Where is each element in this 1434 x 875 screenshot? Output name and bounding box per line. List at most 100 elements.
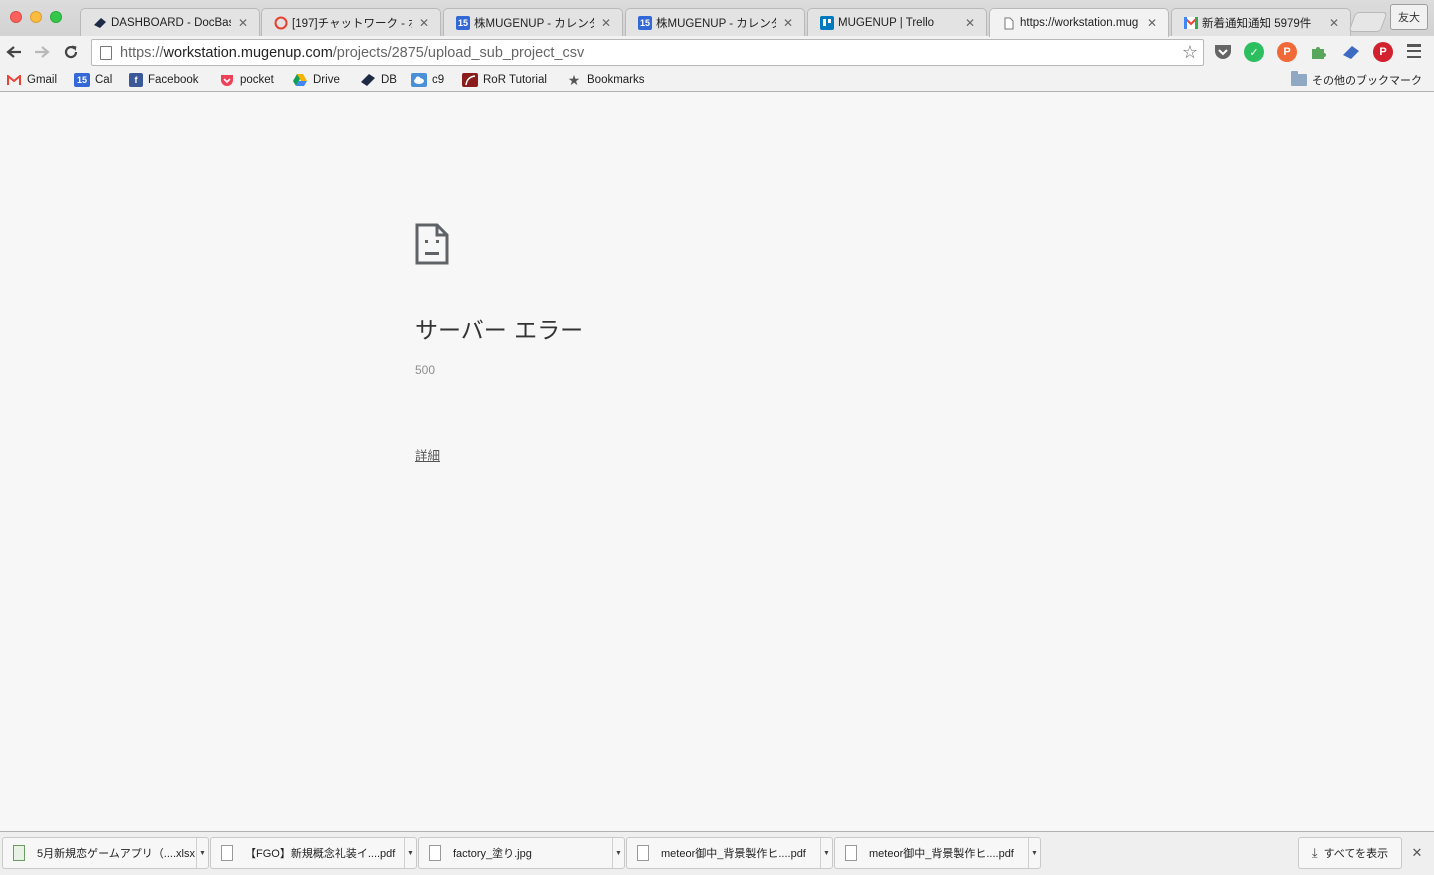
forward-button[interactable] — [32, 41, 52, 63]
producthunt-ext-icon[interactable]: P — [1277, 42, 1297, 62]
address-bar[interactable]: https://workstation.mugenup.com/projects… — [91, 39, 1204, 66]
bookmark-ror-tutorial[interactable]: RoR Tutorial — [462, 71, 547, 89]
close-window-button[interactable] — [10, 11, 22, 23]
pinterest-ext-icon[interactable]: P — [1373, 42, 1393, 62]
close-tab-icon[interactable]: ✕ — [782, 16, 794, 30]
pdf-file-icon — [221, 845, 233, 861]
other-bookmarks-label: その他のブックマーク — [1312, 75, 1422, 87]
cloud9-icon — [411, 73, 427, 87]
dropdown-arrow-icon[interactable]: ▼ — [612, 838, 624, 868]
bookmark-label: Gmail — [27, 74, 58, 86]
puzzle-ext-icon[interactable] — [1309, 42, 1329, 62]
ror-icon — [462, 73, 478, 87]
bookmark-label: c9 — [432, 74, 445, 86]
tab-workstation[interactable]: https://workstation.mug ✕ — [989, 8, 1169, 37]
calendar-icon: 15 — [74, 73, 90, 87]
evernote-ext-icon[interactable]: ✓ — [1244, 42, 1264, 62]
docbase-icon — [93, 16, 107, 30]
calendar-icon: 15 — [456, 15, 470, 30]
bookmark-db[interactable]: DB — [360, 71, 397, 89]
pdf-file-icon — [845, 845, 857, 861]
tab-calendar-2[interactable]: 15 株MUGENUP - カレンダー ✕ — [625, 8, 805, 36]
tab-title: MUGENUP | Trello — [838, 16, 935, 29]
close-tab-icon[interactable]: ✕ — [1328, 16, 1340, 30]
zoom-window-button[interactable] — [50, 11, 62, 23]
forward-arrow-icon — [35, 46, 50, 58]
image-file-icon — [429, 845, 441, 861]
download-filename: 5月新規恋ゲームアプリ（....xlsx — [37, 848, 195, 860]
bookmarks-bar: Gmail 15 Cal f Facebook pocket Drive DB … — [0, 68, 1434, 92]
tab-trello[interactable]: MUGENUP | Trello ✕ — [807, 8, 987, 36]
chatwork-icon — [274, 16, 288, 30]
error-title: サーバー エラー — [415, 318, 584, 344]
url-text[interactable]: https://workstation.mugenup.com/projects… — [120, 45, 1177, 61]
details-link[interactable]: 詳細 — [415, 445, 440, 464]
bookmark-label: Cal — [95, 74, 113, 86]
sad-document-icon — [415, 223, 449, 265]
bookmark-label: Facebook — [148, 74, 199, 86]
show-all-downloads-button[interactable]: ⤓ すべてを表示 — [1298, 837, 1402, 869]
download-item[interactable]: 【FGO】新規概念礼装イ....pdf ▼ — [210, 837, 417, 869]
bookmark-pocket[interactable]: pocket — [219, 71, 274, 89]
bookmark-cal[interactable]: 15 Cal — [74, 71, 112, 89]
dropdown-arrow-icon[interactable]: ▼ — [196, 838, 208, 868]
reload-icon — [64, 45, 78, 59]
dropdown-arrow-icon[interactable]: ▼ — [1028, 838, 1040, 868]
back-arrow-icon — [6, 46, 21, 58]
bookmark-label: pocket — [240, 74, 274, 86]
bookmark-drive[interactable]: Drive — [292, 71, 340, 89]
close-tab-icon[interactable]: ✕ — [1146, 16, 1158, 30]
spreadsheet-file-icon — [13, 845, 25, 861]
close-tab-icon[interactable]: ✕ — [237, 16, 249, 30]
download-filename: meteor御中_背景製作ヒ....pdf — [869, 848, 1014, 860]
dropdown-arrow-icon[interactable]: ▼ — [404, 838, 416, 868]
close-tab-icon[interactable]: ✕ — [600, 16, 612, 30]
pocket-ext-icon[interactable] — [1213, 42, 1233, 62]
new-tab-button[interactable] — [1348, 12, 1388, 32]
download-item[interactable]: 5月新規恋ゲームアプリ（....xlsx ▼ — [2, 837, 209, 869]
profile-button[interactable]: 友大 — [1390, 4, 1428, 30]
bookmark-label: Drive — [313, 74, 340, 86]
error-code: 500 — [415, 363, 436, 377]
tab-gmail[interactable]: 新着通知通知 5979件 ✕ — [1171, 8, 1351, 36]
tab-docbase[interactable]: DASHBOARD - DocBase ✕ — [80, 8, 260, 36]
bookmark-gmail[interactable]: Gmail — [6, 71, 57, 89]
trello-icon — [820, 15, 834, 30]
tab-title: DASHBOARD - DocBase — [111, 16, 231, 29]
star-icon: ★ — [567, 71, 581, 88]
back-button[interactable] — [4, 41, 24, 63]
bookmark-facebook[interactable]: f Facebook — [129, 71, 199, 89]
browser-toolbar: https://workstation.mugenup.com/projects… — [0, 36, 1434, 68]
other-bookmarks[interactable]: その他のブックマーク — [1291, 71, 1422, 89]
tab-title: 株MUGENUP - カレンダー — [656, 17, 776, 30]
download-item[interactable]: meteor御中_背景製作ヒ....pdf ▼ — [834, 837, 1041, 869]
tab-title: 新着通知通知 5979件 — [1202, 17, 1312, 30]
tab-strip: DASHBOARD - DocBase ✕ [197]チャットワーク - ボル … — [0, 0, 1434, 37]
minimize-window-button[interactable] — [30, 11, 42, 23]
drive-icon — [292, 73, 308, 87]
bookmark-bookmarks[interactable]: ★ Bookmarks — [566, 71, 645, 89]
download-filename: meteor御中_背景製作ヒ....pdf — [661, 848, 806, 860]
download-item[interactable]: meteor御中_背景製作ヒ....pdf ▼ — [626, 837, 833, 869]
bookmark-c9[interactable]: c9 — [411, 71, 444, 89]
tab-title: https://workstation.mug — [1020, 17, 1139, 29]
reload-button[interactable] — [61, 41, 81, 63]
close-tab-icon[interactable]: ✕ — [418, 16, 430, 30]
bookmark-label: Bookmarks — [587, 74, 645, 86]
tab-chatwork[interactable]: [197]チャットワーク - ボル ✕ — [261, 8, 441, 36]
downloads-shelf: 5月新規恋ゲームアプリ（....xlsx ▼ 【FGO】新規概念礼装イ....p… — [0, 831, 1434, 875]
tab-calendar-1[interactable]: 15 株MUGENUP - カレンダー ✕ — [443, 8, 623, 36]
dropdown-arrow-icon[interactable]: ▼ — [820, 838, 832, 868]
docbase-ext-icon[interactable] — [1341, 42, 1361, 62]
download-item[interactable]: factory_塗り.jpg ▼ — [418, 837, 625, 869]
tab-title: [197]チャットワーク - ボル — [292, 17, 412, 30]
close-tab-icon[interactable]: ✕ — [964, 16, 976, 30]
close-shelf-icon[interactable]: ✕ — [1409, 845, 1425, 861]
page-info-icon[interactable] — [100, 45, 112, 60]
download-icon: ⤓ — [1311, 845, 1318, 860]
gmail-icon — [1184, 16, 1198, 30]
bookmark-label: DB — [381, 74, 397, 86]
bookmark-star-icon[interactable]: ☆ — [1177, 42, 1203, 63]
chrome-menu-icon[interactable] — [1407, 44, 1421, 58]
folder-icon — [1291, 71, 1307, 86]
